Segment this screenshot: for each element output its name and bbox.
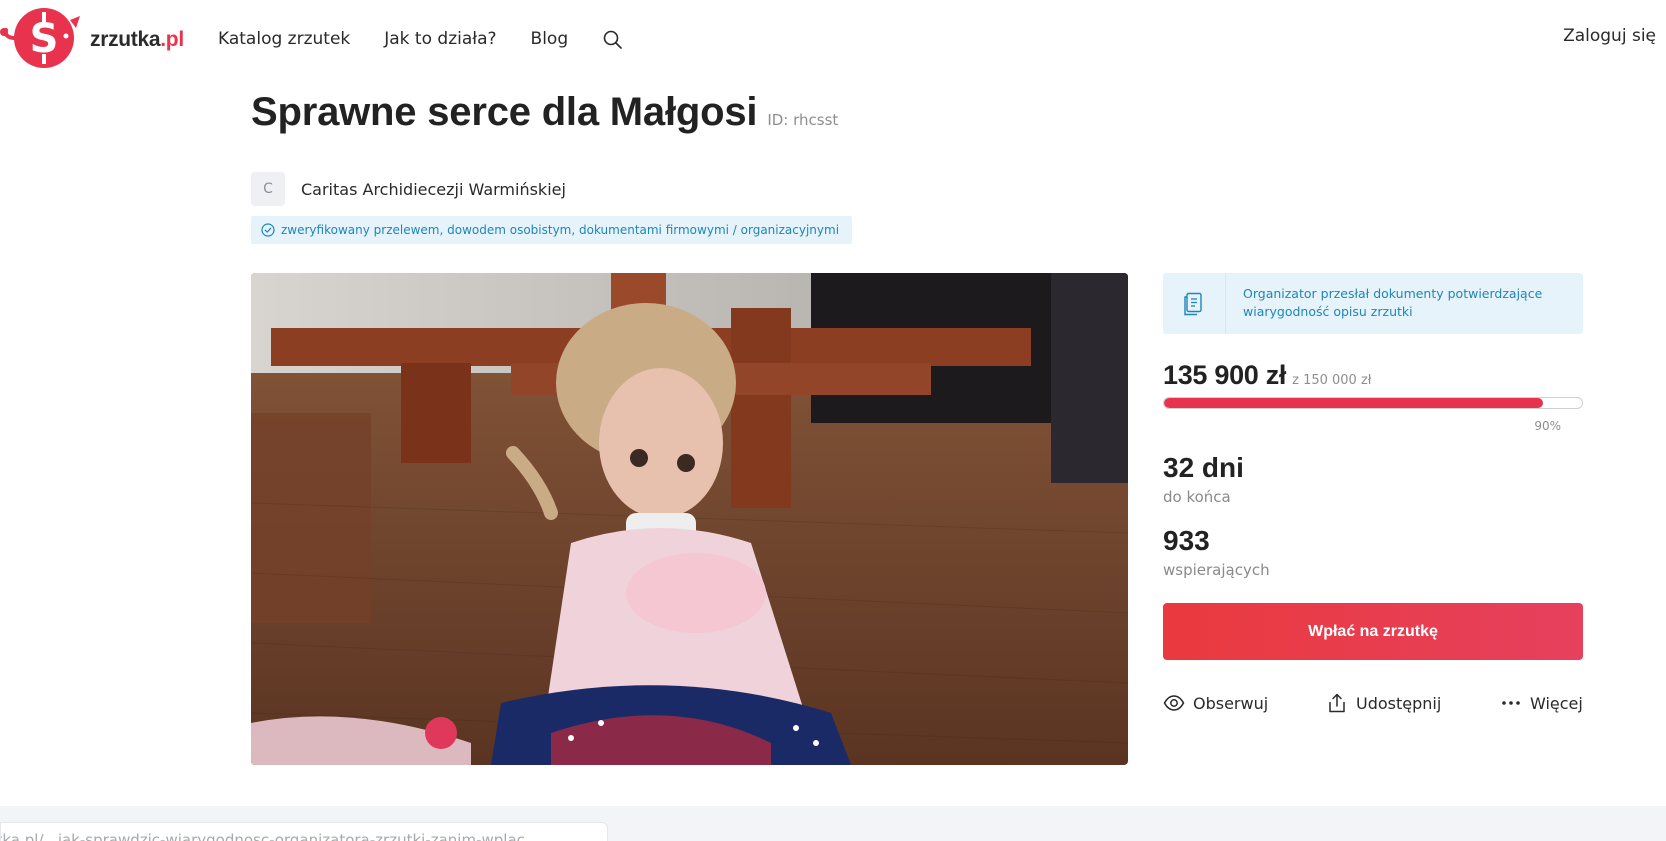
documents-notice: Organizator przesłał dokumenty potwierdz… xyxy=(1163,273,1583,334)
days-left-value: 32 dni xyxy=(1163,452,1244,483)
link-preview[interactable]: utka.pl/...jak-sprawdzic-wiarygodnosc-or… xyxy=(0,822,608,841)
progress-bar-fill xyxy=(1164,398,1543,408)
piggy-logo-icon: S xyxy=(0,8,80,68)
documents-separator xyxy=(1225,273,1226,334)
amount-raised: 135 900 zł xyxy=(1163,360,1287,390)
supporters-label: wspierających xyxy=(1163,561,1270,579)
supporters-value: 933 xyxy=(1163,525,1210,556)
more-button[interactable]: Więcej xyxy=(1500,692,1583,714)
search-icon[interactable] xyxy=(602,29,624,51)
eye-icon xyxy=(1163,695,1185,711)
organizer[interactable]: C Caritas Archidiecezji Warmińskiej xyxy=(251,172,566,206)
main-nav: Katalog zrzutek Jak to działa? Blog xyxy=(218,27,624,51)
campaign-title-row: Sprawne serce dla Małgosi ID: rhcsst xyxy=(251,90,838,135)
progress-percent: 90% xyxy=(1534,419,1561,433)
organizer-avatar: C xyxy=(251,172,285,206)
follow-label: Obserwuj xyxy=(1193,693,1269,713)
organizer-name[interactable]: Caritas Archidiecezji Warmińskiej xyxy=(301,180,566,199)
nav-blog[interactable]: Blog xyxy=(531,29,569,49)
amount-goal: z 150 000 zł xyxy=(1292,373,1372,388)
site-header: S zrzutka.pl Katalog zrzutek Jak to dzia… xyxy=(0,0,1666,78)
documents-icon-wrap xyxy=(1163,273,1225,334)
nav-catalog[interactable]: Katalog zrzutek xyxy=(218,29,350,49)
follow-button[interactable]: Obserwuj xyxy=(1163,692,1268,714)
verification-text: zweryfikowany przelewem, dowodem osobist… xyxy=(281,223,840,237)
check-circle-icon xyxy=(261,223,275,237)
page-title: Sprawne serce dla Małgosi xyxy=(251,90,758,134)
login-link[interactable]: Zaloguj się xyxy=(1563,26,1656,46)
document-icon xyxy=(1184,292,1202,315)
share-icon xyxy=(1329,693,1345,713)
documents-text: Organizator przesłał dokumenty potwierdz… xyxy=(1243,286,1543,319)
share-button[interactable]: Udostępnij xyxy=(1326,692,1441,714)
amount-raised-row: 135 900 zł z 150 000 zł xyxy=(1163,360,1371,391)
campaign-photo-image xyxy=(251,273,1128,765)
verification-badge: zweryfikowany przelewem, dowodem osobist… xyxy=(251,216,852,244)
donate-button[interactable]: Wpłać na zrzutkę xyxy=(1163,603,1583,660)
campaign-photo[interactable] xyxy=(251,273,1128,765)
link-preview-url: utka.pl/...jak-sprawdzic-wiarygodnosc-or… xyxy=(0,831,540,841)
campaign-id: ID: rhcsst xyxy=(767,111,839,129)
days-left-label: do końca xyxy=(1163,488,1231,506)
logo-wordmark: zrzutka.pl xyxy=(90,28,184,51)
share-label: Udostępnij xyxy=(1356,693,1442,713)
more-label: Więcej xyxy=(1530,693,1583,713)
progress-bar xyxy=(1163,397,1583,409)
nav-how-it-works[interactable]: Jak to działa? xyxy=(384,29,496,49)
more-dots-icon xyxy=(1502,701,1520,705)
site-logo[interactable]: S zrzutka.pl xyxy=(0,6,190,70)
